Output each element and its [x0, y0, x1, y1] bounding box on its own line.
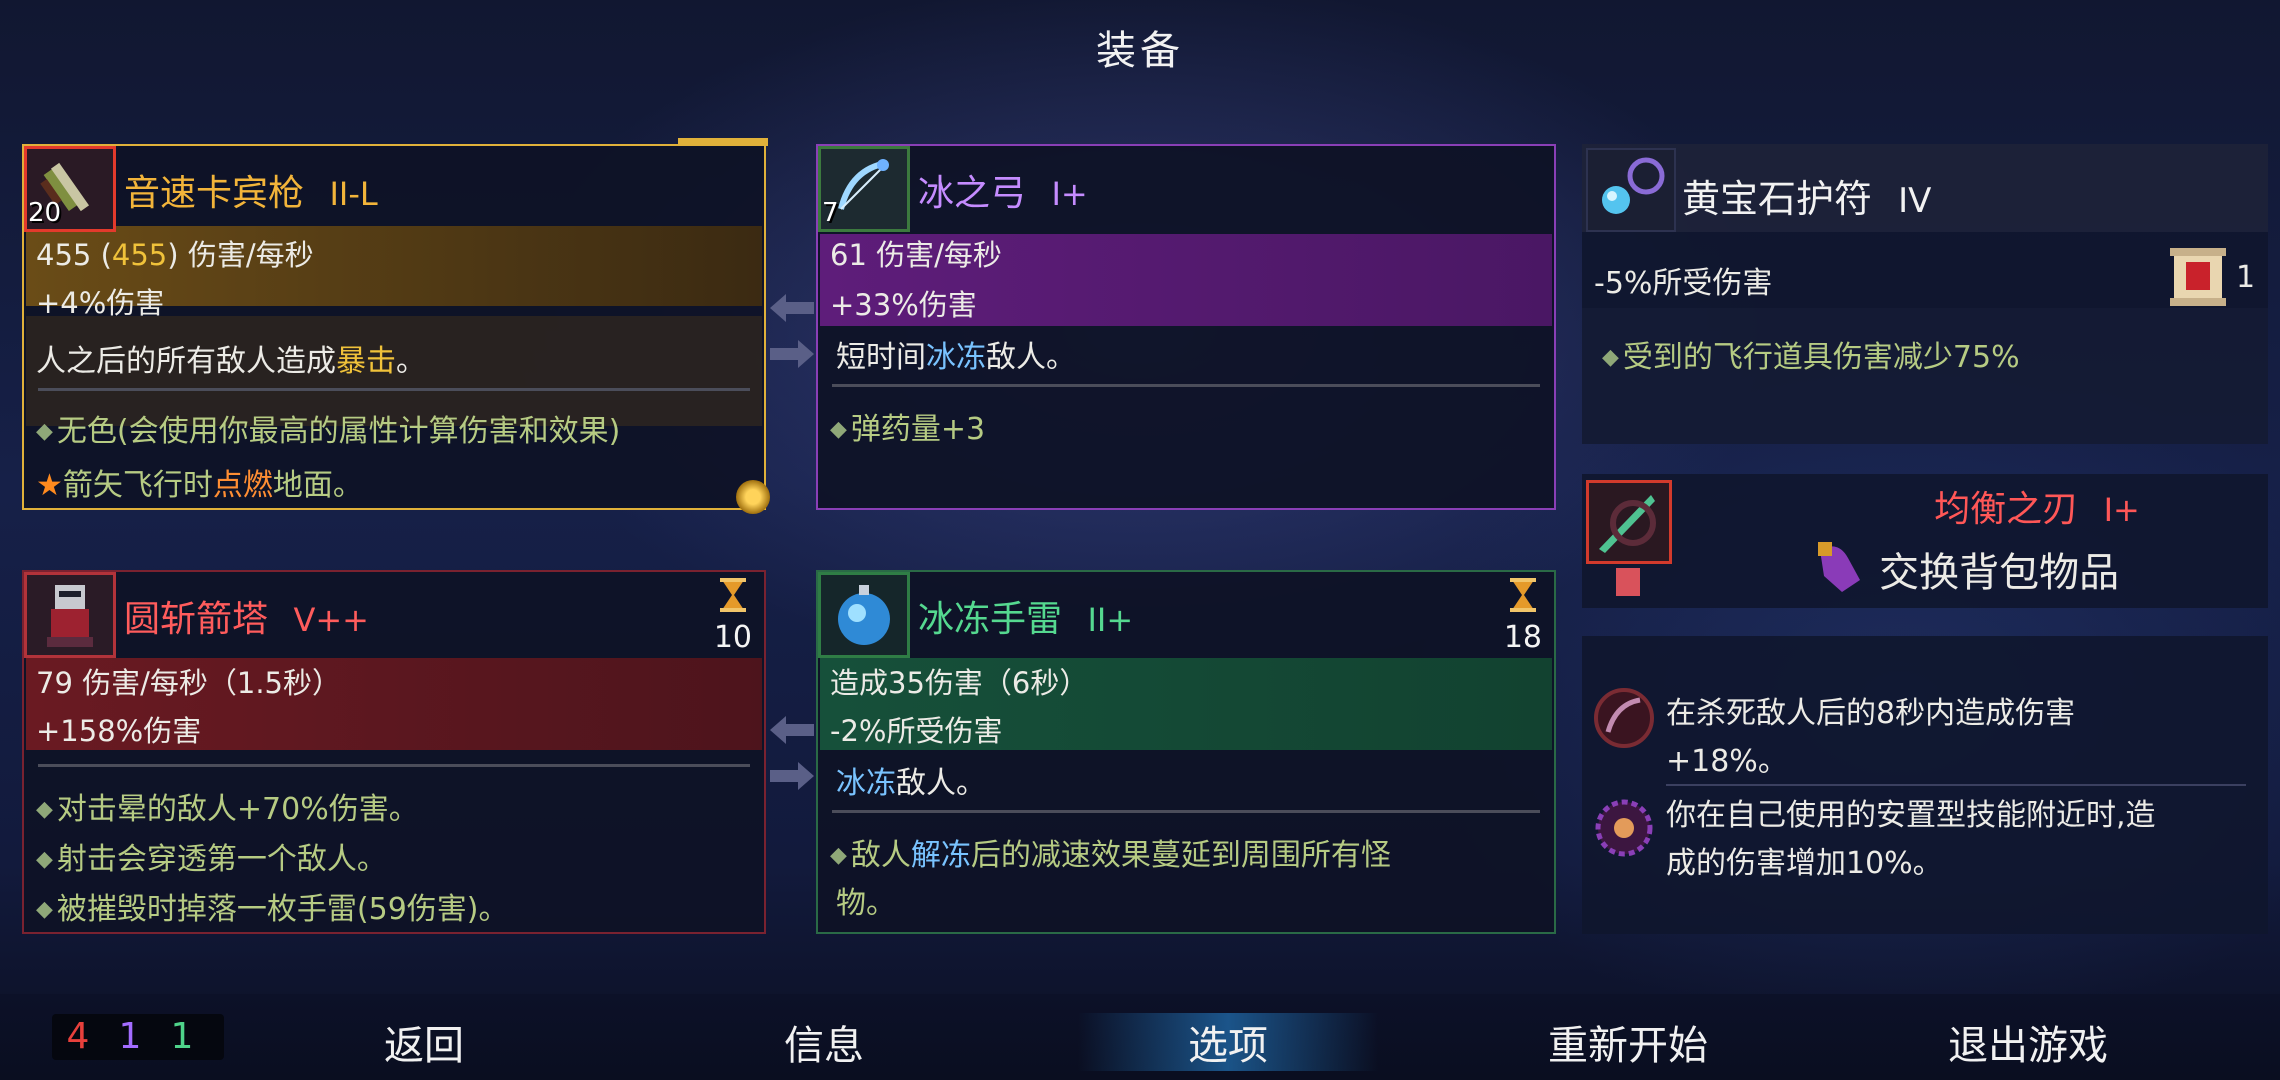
swap-backpack-label: 交换背包物品 [1879, 550, 2120, 596]
skill-description: 冰冻敌人。 [836, 766, 986, 801]
diamond-icon: ◆ [36, 797, 53, 822]
diamond-icon: ◆ [36, 897, 53, 922]
diamond-icon: ◆ [36, 847, 53, 872]
page-title: 装备 [1096, 28, 1184, 74]
ice-grenade-icon [818, 572, 910, 658]
mutation-trap-icon [1592, 796, 1656, 860]
weapon-name: 冰之弓 [918, 173, 1027, 214]
turret-skill-icon [24, 572, 116, 658]
skill-tier: II+ [1087, 601, 1134, 639]
backpack-panel[interactable]: 均衡之刃 I+ 交换背包物品 [1582, 474, 2268, 608]
swap-right-arrow-icon[interactable] [770, 338, 814, 374]
gold-corner-ornament [736, 480, 770, 514]
affix-line: ◆ 对击晕的敌人+70%伤害。 [36, 792, 419, 827]
diamond-icon: ◆ [1602, 345, 1619, 370]
back-button[interactable]: 返回 [274, 1013, 574, 1071]
damage-line: 造成35伤害（6秒） [830, 666, 1089, 700]
scroll-count: 1 [2236, 260, 2256, 295]
dps-line: 61 伤害/每秒 [830, 238, 1002, 272]
scroll-stats: 411 [52, 1014, 224, 1060]
swap-backpack-button[interactable]: 交换背包物品 [1812, 540, 2119, 598]
weapon-level: 20 [28, 198, 62, 228]
weapon-tier: I+ [1051, 175, 1088, 213]
bonus-line: +4%伤害 [36, 286, 165, 320]
bonus-line: +33%伤害 [830, 288, 977, 322]
star-icon: ★ [36, 468, 63, 503]
weapon-description: 短时间冰冻敌人。 [836, 340, 1076, 375]
weapon-level: 7 [822, 198, 839, 228]
mutation-text: 在杀死敌人后的8秒内造成伤害 +18%。 [1666, 696, 2076, 779]
diamond-icon: ◆ [36, 419, 53, 444]
backpack-item-tier: I+ [2103, 491, 2140, 529]
affix-line: ◆ 受到的飞行道具伤害减少75% [1602, 340, 2020, 375]
hourglass-icon [720, 578, 746, 616]
amulet-name: 黄宝石护符 [1682, 177, 1873, 221]
rune-small-icon [1616, 568, 1640, 596]
amulet-icon [1586, 148, 1676, 232]
affix-line: ◆ 敌人解冻后的减速效果蔓延到周围所有怪 [830, 838, 1391, 873]
diamond-icon: ◆ [830, 417, 847, 442]
skill-name: 冰冻手雷 [918, 599, 1063, 640]
diamond-icon: ◆ [830, 843, 847, 868]
swap-hand-icon [1812, 540, 1864, 598]
tactics-count: 1 [118, 1016, 142, 1057]
bonus-line: -2%所受伤害 [830, 714, 1003, 748]
swap-left-arrow-icon[interactable] [770, 292, 814, 328]
bonus-line: +158%伤害 [36, 714, 202, 748]
weapon-name: 音速卡宾枪 [124, 173, 305, 214]
affix-line: ◆ 射击会穿透第一个敌人。 [36, 842, 387, 877]
right-skill-card[interactable]: 冰冻手雷 II+ 18 造成35伤害（6秒） -2%所受伤害 冰冻敌人。 ◆ 敌人… [816, 570, 1556, 934]
affix-line-continued: 物。 [836, 886, 896, 921]
balanced-blade-icon [1586, 480, 1672, 564]
amulet-stat: -5%所受伤害 [1594, 266, 1773, 301]
brutality-count: 4 [66, 1016, 90, 1057]
cooldown-value: 18 [1503, 620, 1542, 655]
quit-game-button[interactable]: 退出游戏 [1878, 1013, 2178, 1071]
amulet-tier: IV [1898, 181, 1932, 221]
swap-left-arrow-icon[interactable] [770, 714, 814, 750]
affix-line: ◆ 无色(会使用你最高的属性计算伤害和效果) [36, 414, 621, 449]
cooldown-value: 10 [713, 620, 752, 655]
backpack-item-name: 均衡之刃 [1934, 489, 2079, 530]
weapon-description: 人之后的所有敌人造成暴击。 [36, 344, 426, 379]
hourglass-icon [1510, 578, 1536, 616]
info-button[interactable]: 信息 [674, 1013, 974, 1071]
mutation-kill-bow-icon [1592, 686, 1656, 750]
mutations-panel: 在杀死敌人后的8秒内造成伤害 +18%。 你在自己使用的安置型技能附近时,造 成… [1582, 636, 2268, 934]
affix-line: ◆ 被摧毁时掉落一枚手雷(59伤害)。 [36, 892, 509, 927]
survival-count: 1 [170, 1016, 194, 1057]
amulet-panel[interactable]: 黄宝石护符 IV -5%所受伤害 1 ◆ 受到的飞行道具伤害减少75% [1582, 144, 2268, 444]
legendary-affix-line: ★箭矢飞行时点燃地面。 [36, 468, 363, 503]
restart-button[interactable]: 重新开始 [1478, 1013, 1778, 1071]
skill-tier: V++ [293, 601, 369, 639]
left-skill-card[interactable]: 圆斩箭塔 V++ 10 79 伤害/每秒（1.5秒） +158%伤害 ◆ 对击晕的… [22, 570, 766, 934]
skill-name: 圆斩箭塔 [124, 599, 269, 640]
gold-top-ornament [678, 138, 768, 146]
swap-right-arrow-icon[interactable] [770, 760, 814, 796]
dps-line: 79 伤害/每秒（1.5秒） [36, 666, 342, 700]
primary-weapon-card[interactable]: 20 音速卡宾枪 II-L 455 (455) 伤害/每秒 +4%伤害 人之后的… [22, 138, 770, 514]
affix-line: ◆ 弹药量+3 [830, 412, 986, 447]
scroll-icon [2168, 244, 2230, 312]
dps-line: 455 (455) 伤害/每秒 [36, 238, 314, 272]
options-button[interactable]: 选项 [1078, 1013, 1378, 1071]
weapon-tier: II-L [329, 175, 378, 213]
secondary-weapon-card[interactable]: 7 冰之弓 I+ 61 伤害/每秒 +33%伤害 短时间冰冻敌人。 ◆ 弹药量+3 [816, 144, 1556, 510]
mutation-text: 你在自己使用的安置型技能附近时,造 成的伤害增加10%。 [1666, 798, 2156, 881]
